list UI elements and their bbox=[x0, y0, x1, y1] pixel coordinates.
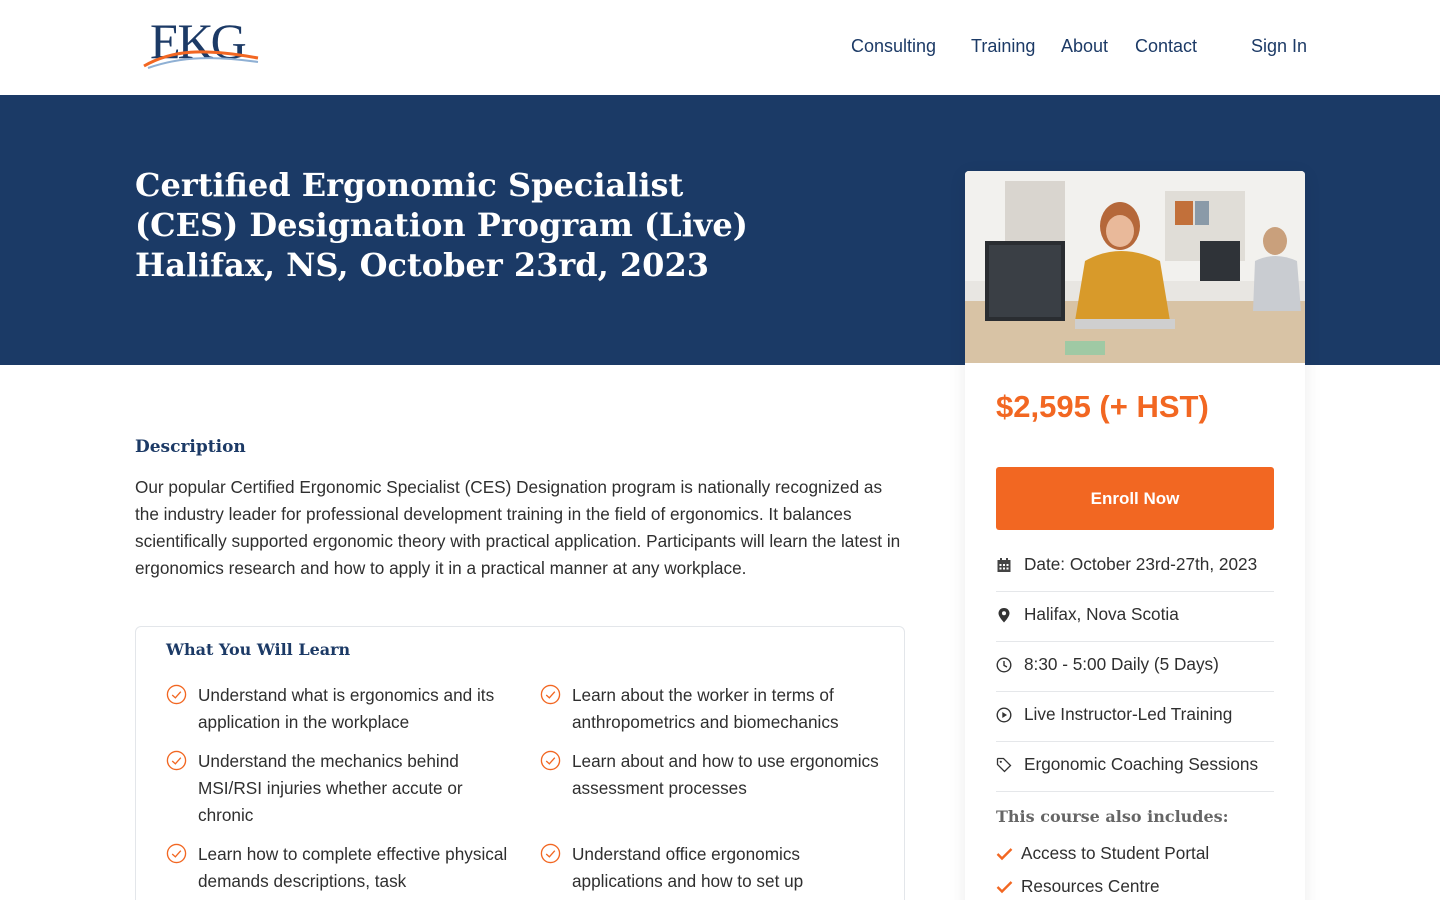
enroll-now-button[interactable]: Enroll Now bbox=[996, 467, 1274, 530]
site-logo[interactable]: EKG bbox=[142, 16, 262, 70]
page-title: Certified Ergonomic Specialist (CES) Des… bbox=[135, 166, 748, 284]
course-coaching: Ergonomic Coaching Sessions bbox=[1024, 754, 1259, 774]
learn-item: Understand what is ergonomics and its ap… bbox=[166, 682, 508, 736]
course-date: Date: October 23rd-27th, 2023 bbox=[1024, 554, 1258, 574]
play-circle-icon bbox=[996, 707, 1012, 723]
course-location-row: Halifax, Nova Scotia bbox=[996, 592, 1274, 642]
check-circle-icon bbox=[166, 684, 187, 705]
nav-consulting[interactable]: Consulting bbox=[851, 36, 936, 57]
course-photo bbox=[965, 171, 1305, 363]
check-icon bbox=[996, 848, 1013, 861]
learn-item: Learn about and how to use ergonomics as… bbox=[540, 748, 882, 802]
learn-heading: What You Will Learn bbox=[166, 640, 351, 659]
check-icon bbox=[996, 881, 1013, 894]
learn-item: Understand the mechanics behind MSI/RSI … bbox=[166, 748, 508, 829]
course-hours-row: 8:30 - 5:00 Daily (5 Days) bbox=[996, 642, 1274, 692]
includes-item-label: Access to Student Portal bbox=[1021, 843, 1210, 863]
learn-item-text: Learn about the worker in terms of anthr… bbox=[572, 685, 839, 732]
course-hours: 8:30 - 5:00 Daily (5 Days) bbox=[1024, 654, 1219, 674]
learn-section: What You Will Learn Understand what is e… bbox=[135, 626, 905, 900]
course-price: $2,595 (+ HST) bbox=[996, 389, 1209, 424]
nav-contact[interactable]: Contact bbox=[1135, 36, 1197, 57]
description-text: Our popular Certified Ergonomic Speciali… bbox=[135, 477, 901, 578]
check-circle-icon bbox=[166, 843, 187, 864]
tag-icon bbox=[996, 757, 1012, 773]
learn-item-text: Understand what is ergonomics and its ap… bbox=[198, 685, 495, 732]
nav-sign-in[interactable]: Sign In bbox=[1251, 36, 1307, 57]
clock-icon bbox=[996, 657, 1012, 673]
check-circle-icon bbox=[166, 750, 187, 771]
site-header: EKG Consulting Training About Contact Si… bbox=[0, 0, 1440, 95]
includes-item-label: Resources Centre bbox=[1021, 876, 1160, 896]
course-format: Live Instructor-Led Training bbox=[1024, 704, 1233, 724]
learn-item-text: Understand the mechanics behind MSI/RSI … bbox=[198, 751, 463, 825]
map-pin-icon bbox=[998, 608, 1010, 623]
course-coaching-row: Ergonomic Coaching Sessions bbox=[996, 742, 1274, 792]
learn-item-text: Learn about and how to use ergonomics as… bbox=[572, 751, 879, 798]
learn-item: Learn how to complete effective physical… bbox=[166, 841, 508, 895]
learn-item: Learn about the worker in terms of anthr… bbox=[540, 682, 882, 736]
includes-heading: This course also includes: bbox=[996, 807, 1229, 826]
course-location: Halifax, Nova Scotia bbox=[1024, 604, 1179, 624]
nav-training[interactable]: Training bbox=[971, 36, 1035, 57]
calendar-icon bbox=[997, 558, 1011, 572]
course-card: $2,595 (+ HST) Enroll Now Date: October … bbox=[965, 171, 1305, 900]
course-format-row: Live Instructor-Led Training bbox=[996, 692, 1274, 742]
course-date-row: Date: October 23rd-27th, 2023 bbox=[996, 542, 1274, 592]
check-circle-icon bbox=[540, 843, 561, 864]
description-heading: Description bbox=[135, 437, 246, 457]
logo-swoosh-icon bbox=[143, 50, 259, 69]
check-circle-icon bbox=[540, 750, 561, 771]
check-circle-icon bbox=[540, 684, 561, 705]
nav-about[interactable]: About bbox=[1061, 36, 1108, 57]
learn-item-text: Understand office ergonomics application… bbox=[572, 844, 804, 891]
learn-item-text: Learn how to complete effective physical… bbox=[198, 844, 508, 891]
learn-item: Understand office ergonomics application… bbox=[540, 841, 882, 895]
